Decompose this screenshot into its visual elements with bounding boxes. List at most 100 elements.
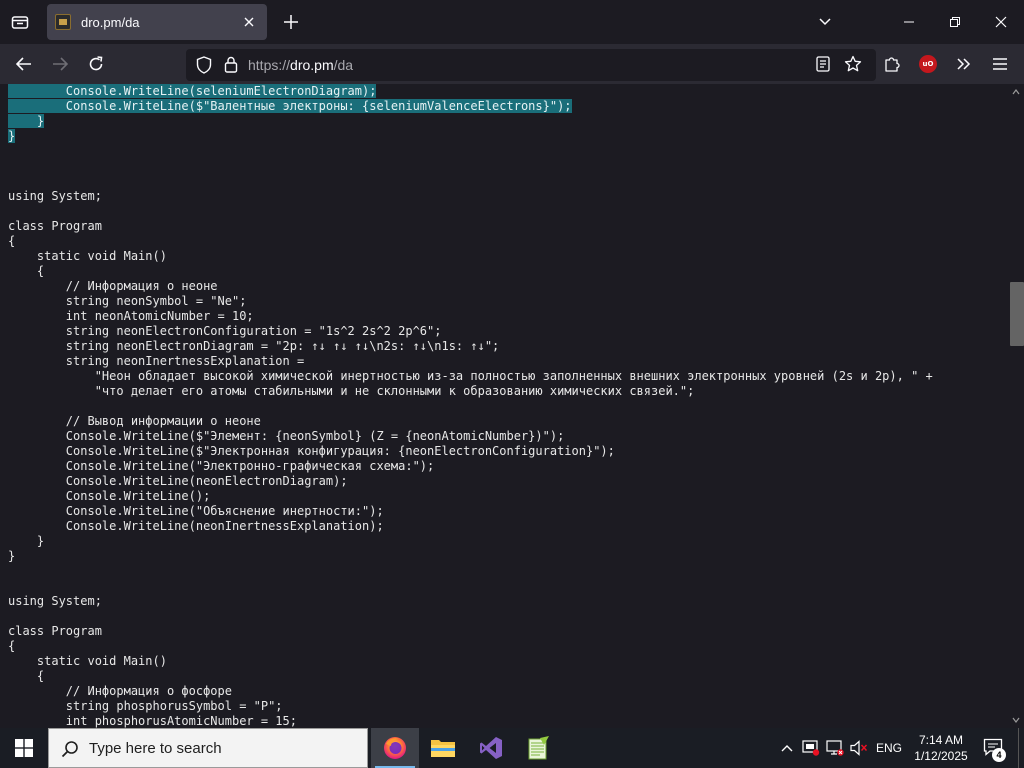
code-line: // Вывод информации о неоне: [8, 414, 933, 429]
code-line-text: Console.WriteLine($"Электронная конфигур…: [8, 444, 615, 458]
more-tools-button[interactable]: [950, 50, 978, 78]
code-line-text: class Program: [8, 624, 102, 638]
code-line-text: class Program: [8, 219, 102, 233]
taskbar-search-box[interactable]: Type here to search: [48, 728, 368, 768]
taskbar-notepad-plus-plus[interactable]: [515, 728, 563, 768]
tabs-overflow-button[interactable]: [812, 10, 838, 34]
code-line-text: {: [8, 234, 16, 248]
taskbar-firefox[interactable]: [371, 728, 419, 768]
notepad-plus-plus-icon: [528, 736, 549, 760]
scroll-down-arrow-icon[interactable]: [1012, 716, 1020, 724]
active-tab[interactable]: dro.pm/da: [47, 4, 267, 40]
bookmark-star-button[interactable]: [844, 55, 862, 77]
code-line: // Информация о фосфоре: [8, 684, 933, 699]
code-line: Console.WriteLine(seleniumElectronDiagra…: [8, 84, 933, 99]
vertical-scrollbar[interactable]: [1008, 84, 1024, 728]
code-line: using System;: [8, 189, 933, 204]
code-line-text: "что делает его атомы стабильными и не с…: [8, 384, 695, 398]
new-tab-button[interactable]: [278, 9, 304, 35]
start-button[interactable]: [0, 728, 48, 768]
reload-button[interactable]: [82, 50, 110, 78]
show-hidden-icons-button[interactable]: [777, 738, 797, 758]
site-favicon-icon: [55, 14, 71, 30]
search-placeholder: Type here to search: [89, 740, 222, 757]
star-icon: [844, 55, 862, 72]
minimize-icon: [904, 21, 914, 23]
show-desktop-button[interactable]: [1018, 728, 1024, 768]
code-line-text: Console.WriteLine(neonElectronDiagram);: [8, 474, 348, 488]
reload-icon: [89, 56, 103, 71]
code-line-text: {: [8, 264, 45, 278]
tab-strip: dro.pm/da: [0, 0, 1024, 44]
volume-button[interactable]: [849, 738, 869, 758]
extensions-button[interactable]: [878, 50, 906, 78]
input-language-indicator[interactable]: ENG: [876, 741, 902, 755]
code-line-text: "Неон обладает высокой химической инертн…: [8, 369, 933, 383]
code-line: Console.WriteLine($"Элемент: {neonSymbol…: [8, 429, 933, 444]
url-path: /da: [333, 57, 354, 73]
code-line-text: string neonElectronConfiguration = "1s^2…: [8, 324, 442, 338]
code-line-text: Console.WriteLine(seleniumElectronDiagra…: [8, 84, 377, 98]
minimize-button[interactable]: [886, 0, 932, 44]
forward-button[interactable]: [46, 50, 74, 78]
code-line: }: [8, 114, 933, 129]
code-line-text: }: [8, 549, 16, 563]
lock-icon[interactable]: [224, 56, 238, 77]
url-text[interactable]: https://dro.pm/da: [248, 57, 353, 73]
code-line-text: static void Main(): [8, 249, 167, 263]
code-line: Console.WriteLine($"Валентные электроны:…: [8, 99, 933, 114]
ublock-origin-button[interactable]: uO: [914, 50, 942, 78]
code-listing: Console.WriteLine(seleniumElectronDiagra…: [8, 84, 933, 728]
list-all-tabs-button[interactable]: [6, 8, 34, 36]
tray-app-icon: [802, 740, 820, 756]
code-line-text: {: [8, 669, 45, 683]
address-bar[interactable]: https://dro.pm/da: [186, 49, 876, 81]
code-line-text: Console.WriteLine("Электронно-графическа…: [8, 459, 435, 473]
tracking-protection-shield-icon[interactable]: [196, 56, 212, 78]
close-tab-button[interactable]: [239, 12, 259, 32]
scrollbar-thumb[interactable]: [1010, 282, 1024, 346]
code-line: static void Main(): [8, 654, 933, 669]
code-line-text: {: [8, 639, 16, 653]
close-icon: [244, 17, 254, 27]
network-disconnected-icon: [826, 740, 844, 756]
taskbar-file-explorer[interactable]: [419, 728, 467, 768]
windows-taskbar: Type here to search ENG 7:14 AM 1/12/202…: [0, 728, 1024, 768]
code-line-text: }: [8, 114, 45, 128]
code-line: string neonInertnessExplanation =: [8, 354, 933, 369]
code-line: using System;: [8, 594, 933, 609]
code-line: string neonSymbol = "Ne";: [8, 294, 933, 309]
code-line: "что делает его атомы стабильными и не с…: [8, 384, 933, 399]
app-menu-button[interactable]: [986, 50, 1014, 78]
code-line: Console.WriteLine("Электронно-графическа…: [8, 459, 933, 474]
close-icon: [995, 16, 1007, 28]
code-line: int phosphorusAtomicNumber = 15;: [8, 714, 933, 728]
code-line: class Program: [8, 219, 933, 234]
reader-view-button[interactable]: [816, 56, 830, 76]
tray-app-button[interactable]: [801, 738, 821, 758]
scroll-up-arrow-icon[interactable]: [1012, 88, 1020, 96]
search-icon: [61, 741, 78, 758]
close-window-button[interactable]: [978, 0, 1024, 44]
navigation-toolbar: https://dro.pm/da uO: [0, 44, 1024, 84]
code-line-text: using System;: [8, 594, 102, 608]
clock-date[interactable]: 1/12/2025: [910, 749, 972, 763]
code-line: "Неон обладает высокой химической инертн…: [8, 369, 933, 384]
taskbar-visual-studio[interactable]: [467, 728, 515, 768]
plus-icon: [284, 15, 298, 29]
code-line: string neonElectronDiagram = "2p: ↑↓ ↑↓ …: [8, 339, 933, 354]
code-line: }: [8, 534, 933, 549]
visual-studio-icon: [480, 737, 502, 759]
code-line: Console.WriteLine($"Электронная конфигур…: [8, 444, 933, 459]
clock-time[interactable]: 7:14 AM: [916, 733, 966, 747]
back-button[interactable]: [10, 50, 38, 78]
restore-button[interactable]: [932, 0, 978, 44]
network-status-button[interactable]: [825, 738, 845, 758]
url-host: dro.pm: [290, 57, 334, 73]
code-line: {: [8, 669, 933, 684]
code-line: string neonElectronConfiguration = "1s^2…: [8, 324, 933, 339]
folder-icon: [431, 740, 455, 757]
